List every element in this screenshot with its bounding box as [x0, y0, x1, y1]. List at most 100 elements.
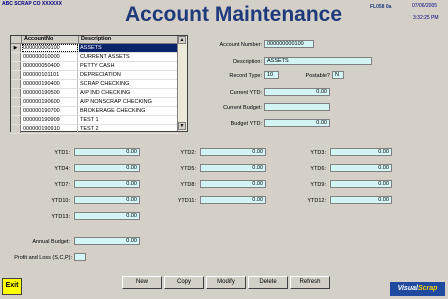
accounts-grid[interactable]: AccountNo Description ▶ 000000000100 ASSET…: [10, 35, 188, 134]
annual-budget-field[interactable]: 0.00: [74, 237, 140, 245]
row-selector[interactable]: [11, 125, 21, 133]
exit-button[interactable]: Exit: [2, 278, 22, 295]
table-row[interactable]: 000000010000 CURRENT ASSETS: [11, 53, 179, 62]
account-cell[interactable]: 000000190910: [22, 125, 78, 133]
annual-budget-label: Annual Budget:: [32, 239, 70, 245]
visualscrap-logo: VisualScrap: [390, 282, 445, 296]
table-row[interactable]: 000000190400 SCRAP CHECKING: [11, 80, 179, 89]
account-cell[interactable]: 000000010000: [22, 53, 78, 61]
company-name: ABC SCRAP CO XXXXXX: [2, 1, 62, 7]
table-row[interactable]: 000000190700 BROKERAGE CHECKING: [11, 107, 179, 116]
row-selector[interactable]: [11, 98, 21, 106]
description-cell[interactable]: BROKERAGE CHECKING: [79, 107, 180, 115]
refresh-button[interactable]: Refresh: [290, 276, 330, 289]
column-header-account[interactable]: AccountNo: [22, 36, 79, 43]
budget-ytd-field[interactable]: 0.00: [264, 119, 330, 127]
copy-button[interactable]: Copy: [164, 276, 204, 289]
ytd4-label: YTD4:: [54, 166, 70, 172]
form-code: FL058 0a: [370, 4, 392, 10]
account-cell[interactable]: 000000190400: [22, 80, 78, 88]
row-selector[interactable]: [11, 62, 21, 70]
account-number-field[interactable]: 000000000100: [264, 40, 314, 48]
row-selector-icon: ▶: [11, 44, 21, 52]
new-button[interactable]: New: [122, 276, 162, 289]
ytd3-field[interactable]: 0.00: [330, 148, 392, 156]
table-row[interactable]: 000000190909 TEST 1: [11, 116, 179, 125]
scroll-down-icon[interactable]: ▼: [178, 122, 186, 130]
ytd8-label: YTD8:: [180, 182, 196, 188]
ytd6-label: YTD6:: [310, 166, 326, 172]
ytd12-field[interactable]: 0.00: [330, 196, 392, 204]
profit-loss-field[interactable]: [74, 253, 86, 261]
column-header-description[interactable]: Description: [79, 36, 179, 43]
description-cell[interactable]: TEST 1: [79, 116, 180, 124]
table-row[interactable]: 000000190910 TEST 2: [11, 125, 179, 134]
delete-button[interactable]: Delete: [248, 276, 288, 289]
ytd9-field[interactable]: 0.00: [330, 180, 392, 188]
ytd10-field[interactable]: 0.00: [74, 196, 140, 204]
account-cell[interactable]: 000000050400: [22, 62, 78, 70]
ytd8-field[interactable]: 0.00: [200, 180, 266, 188]
current-budget-label: Current Budget:: [223, 105, 262, 111]
account-cell[interactable]: 000000101101: [22, 71, 78, 79]
row-selector[interactable]: [11, 80, 21, 88]
account-cell[interactable]: 000000190600: [22, 98, 78, 106]
ytd12-label: YTD12:: [307, 198, 326, 204]
record-type-label: Record Type:: [229, 73, 262, 79]
table-row[interactable]: 000000101101 DEPRECIATION: [11, 71, 179, 80]
description-cell[interactable]: ASSETS: [79, 44, 180, 52]
description-cell[interactable]: DEPRECIATION: [79, 71, 180, 79]
row-selector-header: [11, 36, 22, 43]
ytd13-label: YTD13:: [51, 214, 70, 220]
logo-text-part1: Visual: [397, 285, 418, 292]
table-row[interactable]: 000000190600 A/P NONSCRAP CHECKING: [11, 98, 179, 107]
ytd2-field[interactable]: 0.00: [200, 148, 266, 156]
ytd6-field[interactable]: 0.00: [330, 164, 392, 172]
scroll-up-icon[interactable]: ▲: [178, 36, 186, 44]
table-row[interactable]: 000000050400 PETTY CASH: [11, 62, 179, 71]
table-row[interactable]: ▶ 000000000100 ASSETS: [11, 44, 180, 53]
account-number-label: Account Number:: [219, 42, 263, 48]
table-row[interactable]: 000000190500 A/P IND CHECKING: [11, 89, 179, 98]
current-ytd-field[interactable]: 0.00: [264, 88, 330, 96]
account-cell[interactable]: 000000190700: [22, 107, 78, 115]
ytd5-field[interactable]: 0.00: [200, 164, 266, 172]
ytd13-field[interactable]: 0.00: [74, 212, 140, 220]
ytd7-field[interactable]: 0.00: [74, 180, 140, 188]
grid-scrollbar[interactable]: ▲ ▼: [177, 36, 187, 131]
row-selector[interactable]: [11, 53, 21, 61]
row-selector[interactable]: [11, 107, 21, 115]
ytd1-field[interactable]: 0.00: [74, 148, 140, 156]
ytd2-label: YTD2:: [180, 150, 196, 156]
row-selector[interactable]: [11, 89, 21, 97]
postable-field[interactable]: N: [332, 71, 344, 79]
ytd10-label: YTD10:: [51, 198, 70, 204]
ytd3-label: YTD3:: [310, 150, 326, 156]
description-cell[interactable]: PETTY CASH: [79, 62, 180, 70]
description-cell[interactable]: TEST 2: [79, 125, 180, 133]
account-cell[interactable]: 000000000100: [22, 44, 78, 52]
description-cell[interactable]: CURRENT ASSETS: [79, 53, 180, 61]
postable-label: Postable?: [305, 73, 330, 79]
page-title: Account Maintenance: [125, 3, 343, 26]
account-cell[interactable]: 000000190909: [22, 116, 78, 124]
current-budget-field[interactable]: [264, 103, 330, 111]
row-selector[interactable]: [11, 116, 21, 124]
ytd11-label: YTD11:: [177, 198, 196, 204]
description-cell[interactable]: A/P IND CHECKING: [79, 89, 180, 97]
description-label: Description:: [232, 59, 262, 65]
logo-text-part2: Scrap: [417, 285, 438, 292]
description-cell[interactable]: SCRAP CHECKING: [79, 80, 180, 88]
profit-loss-label: Profit and Loss (S,C,P):: [14, 255, 72, 261]
ytd7-label: YTD7:: [54, 182, 70, 188]
description-cell[interactable]: A/P NONSCRAP CHECKING: [79, 98, 180, 106]
grid-header: AccountNo Description: [11, 36, 179, 44]
description-field[interactable]: ASSETS: [264, 57, 372, 65]
ytd11-field[interactable]: 0.00: [200, 196, 266, 204]
current-time: 3:32:25 PM: [413, 15, 439, 21]
account-cell[interactable]: 000000190500: [22, 89, 78, 97]
record-type-field[interactable]: 10: [264, 71, 279, 79]
ytd4-field[interactable]: 0.00: [74, 164, 140, 172]
row-selector[interactable]: [11, 71, 21, 79]
modify-button[interactable]: Modify: [206, 276, 246, 289]
